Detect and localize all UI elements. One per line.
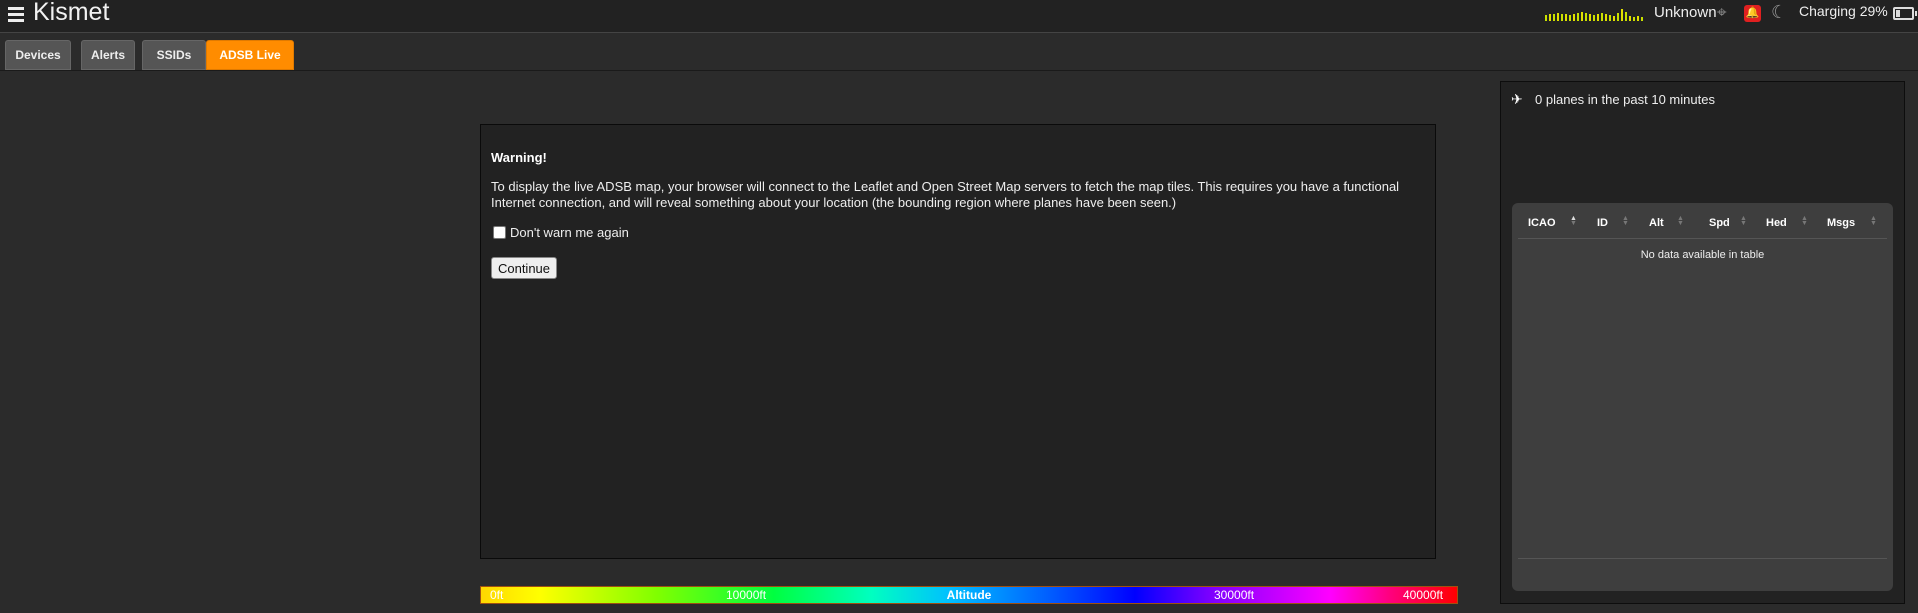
signal-bar <box>1581 12 1583 21</box>
battery-icon <box>1893 7 1917 20</box>
continue-button[interactable]: Continue <box>491 257 557 279</box>
signal-bar <box>1637 16 1639 21</box>
gps-status: Unknown <box>1654 4 1717 21</box>
signal-bar <box>1589 14 1591 21</box>
app-title: Kismet <box>33 0 110 26</box>
crosshair-icon[interactable]: ⌖ <box>1717 3 1727 23</box>
signal-bar <box>1613 16 1615 21</box>
sort-icon: ▲ ▼ <box>1870 215 1877 227</box>
tab-adsb-live[interactable]: ADSB Live <box>206 40 294 70</box>
signal-bar <box>1621 9 1623 21</box>
sort-icon: ▲ ▼ <box>1677 215 1684 227</box>
signal-bar <box>1641 17 1643 21</box>
column-header-spd[interactable]: Spd <box>1709 217 1730 229</box>
sort-icon: ▲ ▼ <box>1740 215 1747 227</box>
map-warning-panel: Warning! To display the live ADSB map, y… <box>480 124 1436 559</box>
sort-icon: ▲ ▼ <box>1570 215 1577 227</box>
plane-icon: ✈ <box>1511 91 1523 107</box>
signal-bar <box>1593 15 1595 21</box>
signal-bar <box>1633 17 1635 21</box>
planes-summary: 0 planes in the past 10 minutes <box>1535 92 1715 107</box>
signal-bar <box>1601 13 1603 21</box>
signal-strength-graph <box>1545 9 1645 21</box>
battery-status: Charging 29% <box>1799 3 1888 19</box>
signal-bar <box>1585 13 1587 21</box>
signal-bar <box>1577 13 1579 21</box>
signal-bar <box>1597 14 1599 21</box>
sort-icon: ▲ ▼ <box>1622 215 1629 227</box>
signal-bar <box>1605 14 1607 21</box>
altitude-tick-40000: 40000ft <box>1403 588 1444 602</box>
table-footer-divider <box>1518 558 1887 559</box>
tab-alerts[interactable]: Alerts <box>81 40 135 70</box>
column-header-id[interactable]: ID <box>1597 217 1608 229</box>
signal-bar <box>1561 14 1563 21</box>
column-header-icao[interactable]: ICAO <box>1528 217 1556 229</box>
signal-bar <box>1553 14 1555 21</box>
column-header-hed[interactable]: Hed <box>1766 217 1787 229</box>
signal-bar <box>1557 13 1559 21</box>
tab-divider <box>0 70 1918 71</box>
signal-bar <box>1629 16 1631 21</box>
dont-warn-label: Don't warn me again <box>510 225 629 240</box>
signal-bar <box>1573 14 1575 21</box>
warning-message: To display the live ADSB map, your brows… <box>491 179 1400 210</box>
bell-icon[interactable]: 🔔 <box>1744 5 1761 22</box>
altitude-legend-title: Altitude <box>946 588 992 602</box>
moon-icon[interactable]: ☾ <box>1771 2 1787 23</box>
empty-table-message: No data available in table <box>1640 249 1765 261</box>
dont-warn-checkbox[interactable] <box>493 226 506 239</box>
sort-icon: ▲ ▼ <box>1801 215 1808 227</box>
signal-bar <box>1617 13 1619 21</box>
dont-warn-option[interactable]: Don't warn me again <box>493 225 629 240</box>
tab-devices[interactable]: Devices <box>5 40 71 70</box>
column-header-msgs[interactable]: Msgs <box>1827 217 1855 229</box>
top-bar: Kismet Unknown ⌖ 🔔 ☾ Charging 29% <box>0 0 1918 33</box>
warning-title: Warning! <box>491 150 547 165</box>
altitude-tick-30000: 30000ft <box>1214 588 1255 602</box>
planes-panel: ✈ 0 planes in the past 10 minutes ICAO ▲… <box>1500 81 1905 604</box>
column-header-alt[interactable]: Alt <box>1649 217 1664 229</box>
tab-ssids[interactable]: SSIDs <box>142 40 206 70</box>
altitude-legend: 0ft 10000ft Altitude 30000ft 40000ft <box>480 586 1458 604</box>
planes-table: ICAO ▲ ▼ ID ▲ ▼ Alt ▲ ▼ Spd ▲ ▼ Hed ▲ ▼ Msgs … <box>1512 203 1893 591</box>
signal-bar <box>1549 14 1551 21</box>
signal-bar <box>1569 15 1571 21</box>
signal-bar <box>1625 12 1627 21</box>
table-header-divider <box>1518 238 1887 239</box>
signal-bar <box>1545 15 1547 21</box>
hamburger-icon[interactable] <box>8 6 24 24</box>
signal-bar <box>1565 14 1567 21</box>
signal-bar <box>1609 15 1611 21</box>
